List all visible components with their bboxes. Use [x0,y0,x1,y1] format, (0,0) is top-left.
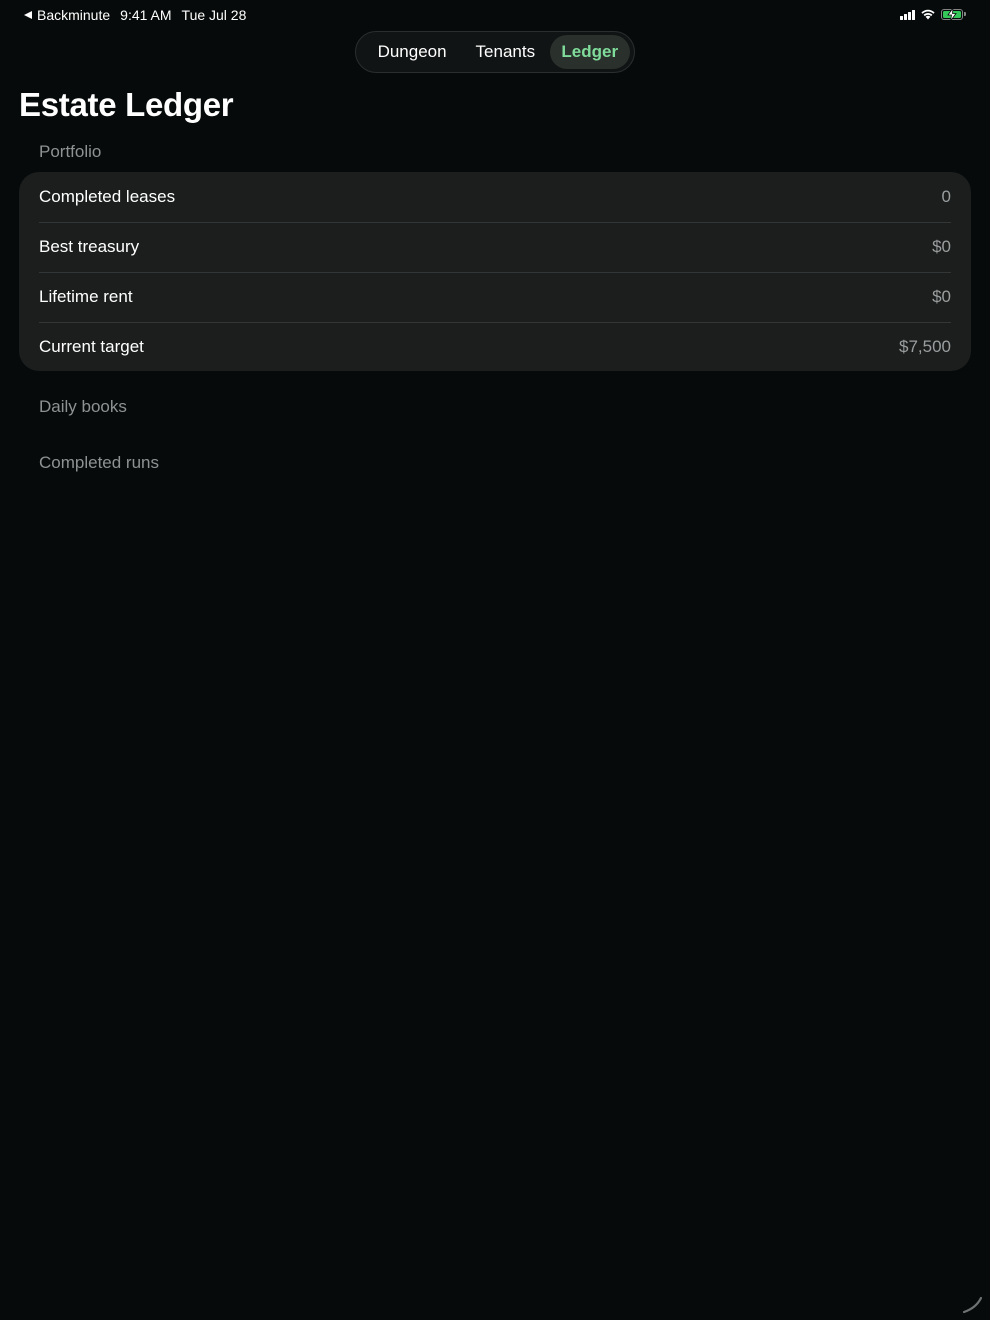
row-value: $7,500 [899,337,951,356]
completed-runs-section-header: Completed runs [39,453,160,472]
battery-icon [941,7,966,21]
status-bar: Backminute 9:41 AM Tue Jul 28 [0,0,990,32]
current-target-row: Current target $7,500 [19,322,971,371]
page-title: Estate Ledger [19,86,234,123]
completed-leases-row: Completed leases 0 [19,172,971,222]
tab-dungeon[interactable]: Dungeon [363,35,461,69]
status-date: Tue Jul 28 [181,7,247,23]
row-label: Current target [39,337,144,356]
tab-ledger[interactable]: Ledger [549,35,630,69]
row-value: 0 [941,187,951,206]
row-value: $0 [932,237,951,256]
row-label: Completed leases [39,187,176,206]
portfolio-card: Completed leases 0 Best treasury $0 Life… [19,172,971,371]
row-value: $0 [932,287,951,306]
lifetime-rent-row: Lifetime rent $0 [19,272,971,322]
status-indicators [900,7,966,21]
resize-handle-icon[interactable] [960,1290,986,1316]
daily-books-section-header: Daily books [39,397,127,416]
row-label: Lifetime rent [39,287,133,306]
back-to-app[interactable]: Backminute 9:41 AM Tue Jul 28 [24,7,246,23]
back-app-name: Backminute [37,7,111,23]
best-treasury-row: Best treasury $0 [19,222,971,272]
cellular-signal-icon [900,9,916,20]
tab-tenants[interactable]: Tenants [461,35,549,69]
tab-segmented-control: Dungeon Tenants Ledger [355,31,635,73]
status-time: 9:41 AM [120,7,172,23]
row-label: Best treasury [39,237,140,256]
wifi-icon [921,9,935,20]
back-arrow-icon [24,11,32,19]
portfolio-section-header: Portfolio [39,142,102,161]
charging-bolt-icon [947,7,957,21]
